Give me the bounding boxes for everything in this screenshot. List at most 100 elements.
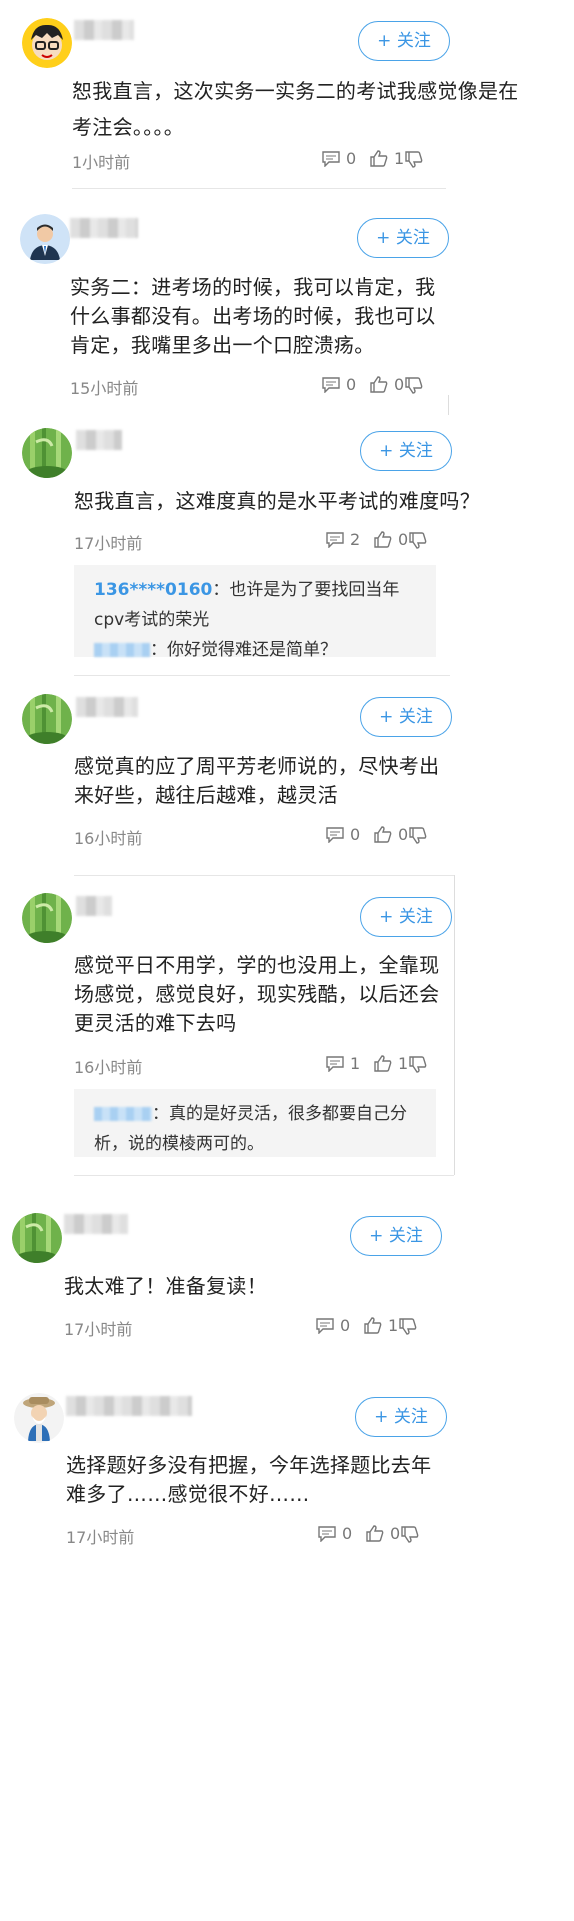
like-button[interactable]: 1 <box>370 149 404 168</box>
comment-count[interactable]: 1 <box>326 1054 360 1073</box>
comment-count-value: 2 <box>350 530 361 549</box>
like-button[interactable]: 0 <box>370 375 404 394</box>
dislike-button[interactable] <box>405 151 423 168</box>
timestamp: 16小时前 <box>74 829 143 848</box>
avatar[interactable] <box>22 18 72 68</box>
divider <box>74 1175 454 1176</box>
username-blurred <box>64 1214 128 1234</box>
avatar[interactable] <box>22 893 72 943</box>
comment-text: 我太难了！准备复读！ <box>64 1274 267 1298</box>
divider <box>454 875 455 1175</box>
dislike-button[interactable] <box>409 827 427 844</box>
comment-count[interactable]: 0 <box>326 825 360 844</box>
like-button[interactable]: 0 <box>374 530 408 549</box>
thumbs-down-icon <box>405 377 423 394</box>
thumbs-up-icon <box>374 826 392 843</box>
username-blurred <box>76 697 138 717</box>
bamboo-avatar-icon <box>22 428 72 478</box>
comment-count-value: 0 <box>340 1316 351 1335</box>
reply-item[interactable]: ：你好觉得难还是简单？ <box>94 635 416 665</box>
thumbs-up-icon <box>370 376 388 393</box>
divider <box>74 875 454 876</box>
comment-count[interactable]: 2 <box>326 530 360 549</box>
reply-box: 136****0160：也许是为了要找回当年cpv考试的荣光 ：你好觉得难还是简… <box>74 565 436 660</box>
divider <box>72 188 446 189</box>
bamboo-avatar-icon <box>22 893 72 943</box>
comment-count-value: 1 <box>350 1054 361 1073</box>
reply-author-blurred[interactable] <box>94 1107 152 1121</box>
reply-text: ：你好觉得难还是简单？ <box>150 640 337 660</box>
thumbs-down-icon <box>409 1056 427 1073</box>
comment-count-value: 0 <box>346 149 357 168</box>
follow-button[interactable]: + 关注 <box>357 218 449 258</box>
timestamp: 17小时前 <box>74 534 143 553</box>
thumbs-up-icon <box>364 1317 382 1334</box>
comment-text: 感觉平日不用学，学的也没用上，全靠现场感觉，感觉良好，现实残酷，以后还会更灵活的… <box>74 953 440 1035</box>
avatar[interactable] <box>22 428 72 478</box>
like-button[interactable]: 0 <box>374 825 408 844</box>
comment-text: 恕我直言，这次实务一实务二的考试我感觉像是在考注会。。。。 <box>72 79 519 139</box>
comment-text: 恕我直言，这难度真的是水平考试的难度吗？ <box>74 489 480 513</box>
comment-icon <box>326 1055 344 1072</box>
username-blurred <box>76 430 122 450</box>
follow-button[interactable]: + 关注 <box>360 431 452 471</box>
reply-box: ：真的是好灵活，很多都要自己分析，说的模棱两可的。 <box>74 1089 436 1157</box>
avatar[interactable] <box>12 1213 62 1263</box>
comment-count[interactable]: 0 <box>322 149 356 168</box>
like-button[interactable]: 1 <box>374 1054 408 1073</box>
comment-count[interactable]: 0 <box>322 375 356 394</box>
comment-icon <box>322 376 340 393</box>
dislike-button[interactable] <box>401 1526 419 1543</box>
thumbs-down-icon <box>405 151 423 168</box>
dislike-button[interactable] <box>409 1056 427 1073</box>
like-count: 0 <box>398 530 409 549</box>
comment-text: 感觉真的应了周平芳老师说的，尽快考出来好些，越往后越难，越灵活 <box>74 754 440 807</box>
follow-button[interactable]: + 关注 <box>360 897 452 937</box>
follow-button[interactable]: + 关注 <box>358 21 450 61</box>
reply-item[interactable]: ：真的是好灵活，很多都要自己分析，说的模棱两可的。 <box>94 1099 416 1159</box>
username-blurred <box>66 1396 192 1416</box>
follow-button[interactable]: + 关注 <box>355 1397 447 1437</box>
comment-count-value: 0 <box>342 1524 353 1543</box>
comment-count[interactable]: 0 <box>318 1524 352 1543</box>
thumbs-down-icon <box>399 1318 417 1335</box>
like-count: 0 <box>390 1524 401 1543</box>
timestamp: 17小时前 <box>64 1320 133 1339</box>
thumbs-down-icon <box>409 827 427 844</box>
thumbs-up-icon <box>374 1055 392 1072</box>
dislike-button[interactable] <box>399 1318 417 1335</box>
comment-icon <box>318 1525 336 1542</box>
avatar[interactable] <box>22 694 72 744</box>
divider <box>74 675 450 676</box>
dislike-button[interactable] <box>405 377 423 394</box>
comment-count-value: 0 <box>350 825 361 844</box>
timestamp: 16小时前 <box>74 1058 143 1077</box>
like-button[interactable]: 1 <box>364 1316 398 1335</box>
cartoon-oldman-avatar-icon <box>14 1393 64 1443</box>
reply-author[interactable]: 136****0160 <box>94 580 212 600</box>
like-count: 1 <box>394 149 405 168</box>
avatar[interactable] <box>14 1393 64 1443</box>
follow-button[interactable]: + 关注 <box>360 697 452 737</box>
avatar[interactable] <box>20 214 70 264</box>
comment-count[interactable]: 0 <box>316 1316 350 1335</box>
like-button[interactable]: 0 <box>366 1524 400 1543</box>
bamboo-avatar-icon <box>22 694 72 744</box>
thumbs-up-icon <box>370 150 388 167</box>
bamboo-avatar-icon <box>12 1213 62 1263</box>
dislike-button[interactable] <box>409 532 427 549</box>
comment-icon <box>326 826 344 843</box>
cartoon-boy-avatar-icon <box>22 18 72 68</box>
comment-text: 选择题好多没有把握，今年选择题比去年难多了……感觉很不好…… <box>66 1453 432 1506</box>
reply-item[interactable]: 136****0160：也许是为了要找回当年cpv考试的荣光 <box>94 575 416 635</box>
comment-icon <box>316 1317 334 1334</box>
businessman-avatar-icon <box>20 214 70 264</box>
thumbs-down-icon <box>409 532 427 549</box>
follow-button[interactable]: + 关注 <box>350 1216 442 1256</box>
comment-text: 实务二：进考场的时候，我可以肯定，我什么事都没有。出考场的时候，我也可以肯定，我… <box>70 275 436 357</box>
like-count: 0 <box>394 375 405 394</box>
thumbs-down-icon <box>401 1526 419 1543</box>
reply-author-blurred[interactable] <box>94 643 150 657</box>
timestamp: 17小时前 <box>66 1528 135 1547</box>
username-blurred <box>74 20 134 40</box>
